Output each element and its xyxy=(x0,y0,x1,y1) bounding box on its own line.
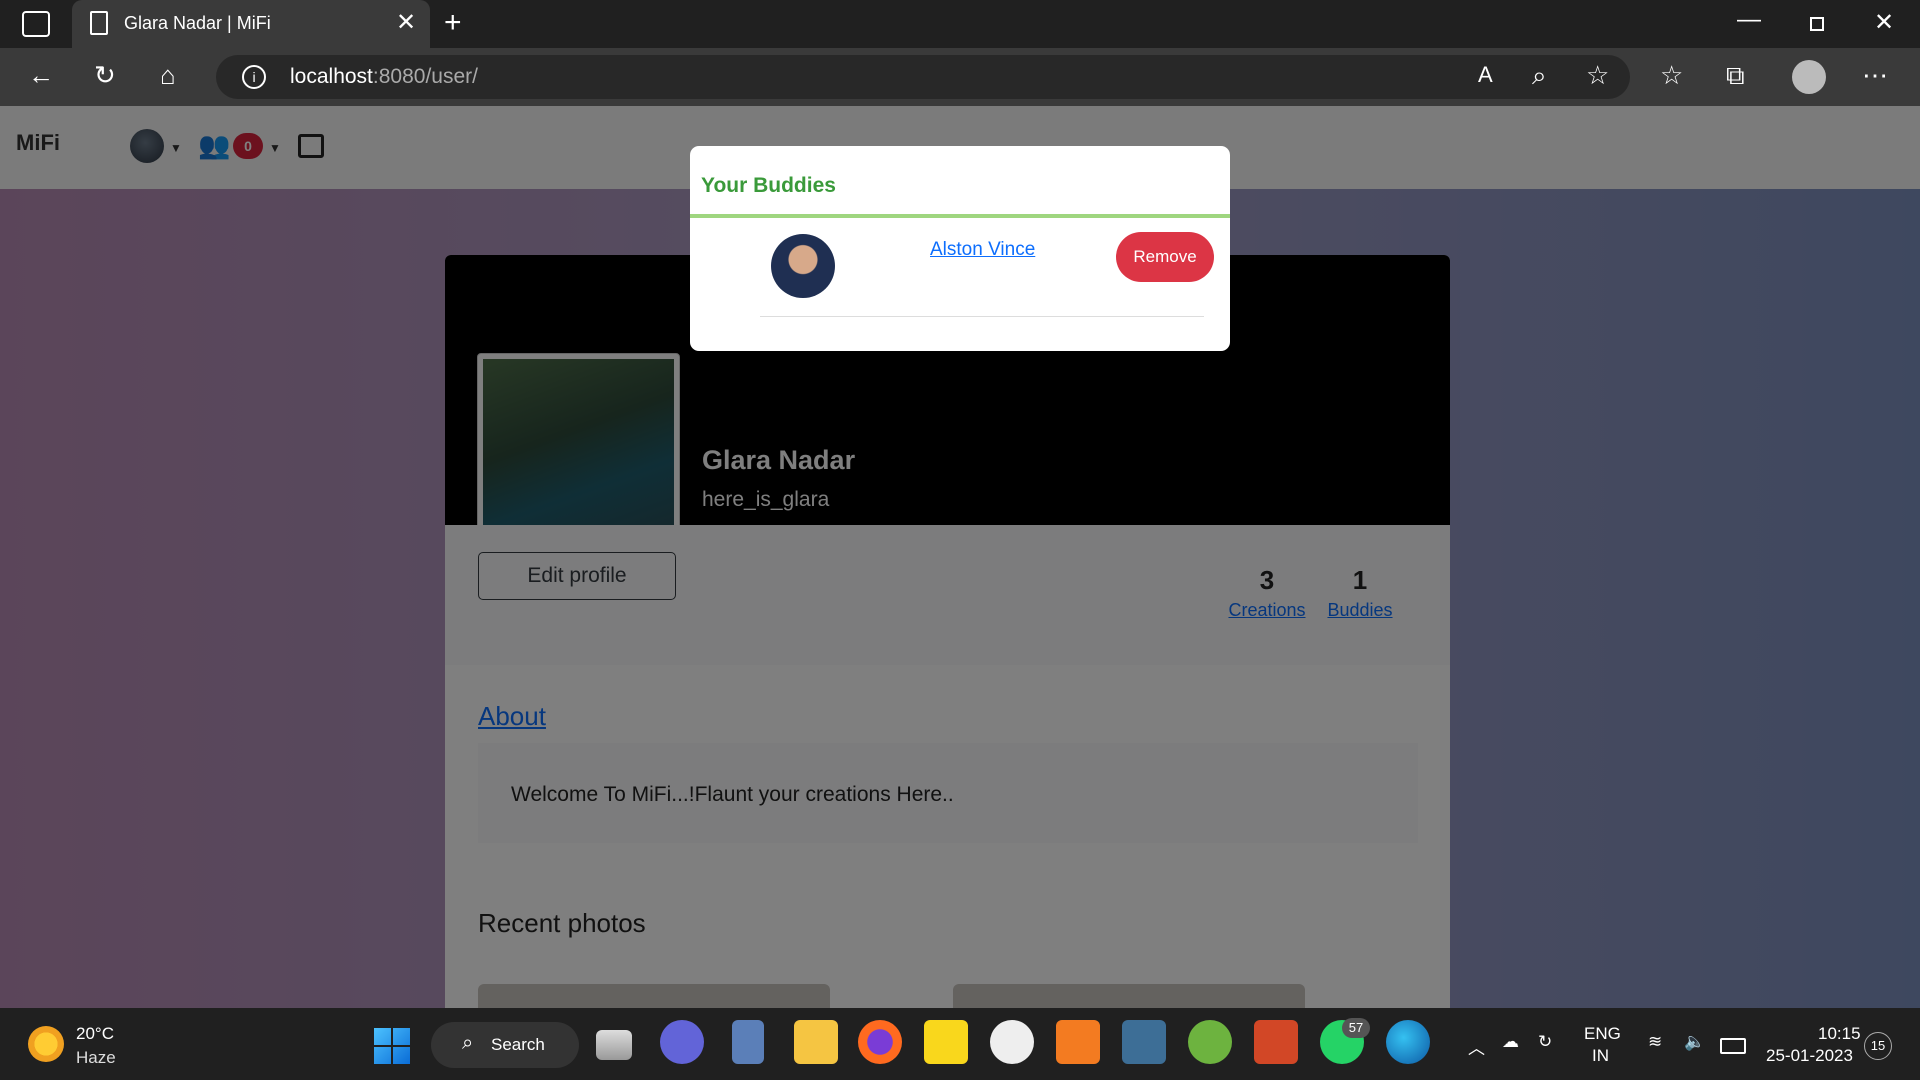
modal-divider xyxy=(690,214,1230,218)
teams-chat-icon[interactable] xyxy=(660,1020,704,1064)
onedrive-icon[interactable]: ☁ xyxy=(1502,1032,1519,1052)
buddy-name-link[interactable]: Alston Vince xyxy=(930,239,1035,261)
buddy-avatar xyxy=(771,234,835,298)
profile-icon[interactable] xyxy=(1792,60,1826,94)
task-view-icon[interactable] xyxy=(596,1030,632,1060)
start-icon[interactable] xyxy=(374,1028,410,1064)
home-icon[interactable]: ⌂ xyxy=(160,62,176,88)
collections-icon[interactable]: ⧉ xyxy=(1726,62,1745,88)
notification-count[interactable]: 15 xyxy=(1864,1032,1892,1060)
weather-desc[interactable]: Haze xyxy=(76,1048,116,1068)
tab-actions-icon[interactable] xyxy=(22,11,50,37)
close-window-icon[interactable]: ✕ xyxy=(1874,11,1894,35)
chevron-up-icon[interactable]: ︿ xyxy=(1468,1034,1485,1059)
clock-time[interactable]: 10:15 xyxy=(1818,1024,1861,1044)
spring-tools-icon[interactable] xyxy=(1188,1020,1232,1064)
clock-date[interactable]: 25-01-2023 xyxy=(1766,1046,1853,1066)
refresh-icon[interactable]: ↻ xyxy=(94,62,116,88)
xampp-icon[interactable] xyxy=(1056,1020,1100,1064)
close-tab-icon[interactable]: ✕ xyxy=(396,11,416,35)
wifi-icon[interactable]: ≋ xyxy=(1648,1032,1662,1052)
volume-icon[interactable]: 🔈 xyxy=(1684,1032,1705,1052)
site-info-icon[interactable]: i xyxy=(242,65,266,89)
firefox-icon[interactable] xyxy=(858,1020,902,1064)
sync-icon[interactable]: ↻ xyxy=(1538,1032,1552,1052)
add-favorite-icon[interactable]: ☆ xyxy=(1586,62,1609,88)
language-code[interactable]: ENG xyxy=(1584,1024,1621,1044)
clock-icon[interactable] xyxy=(990,1020,1034,1064)
maximize-icon[interactable] xyxy=(1810,17,1824,31)
sticky-notes-icon[interactable] xyxy=(924,1020,968,1064)
remove-buddy-button[interactable]: Remove xyxy=(1116,232,1214,282)
powerpoint-icon[interactable] xyxy=(1254,1020,1298,1064)
zoom-icon[interactable]: ⌕ xyxy=(1532,62,1547,88)
battery-icon[interactable] xyxy=(1720,1038,1746,1054)
new-tab-icon[interactable]: + xyxy=(444,8,462,38)
search-icon: ⌕ xyxy=(462,1032,474,1054)
weather-icon[interactable] xyxy=(28,1026,64,1062)
favorites-icon[interactable]: ☆ xyxy=(1660,62,1683,88)
url-text[interactable]: localhost:8080/user/ xyxy=(290,55,478,99)
calculator-icon[interactable] xyxy=(732,1020,764,1064)
more-icon[interactable]: ⋯ xyxy=(1862,62,1888,88)
mysql-workbench-icon[interactable] xyxy=(1122,1020,1166,1064)
minimize-icon[interactable]: — xyxy=(1737,8,1761,32)
page-icon xyxy=(90,11,108,35)
list-divider xyxy=(760,316,1204,317)
edge-icon[interactable] xyxy=(1386,1020,1430,1064)
whatsapp-badge: 57 xyxy=(1342,1018,1370,1038)
file-explorer-icon[interactable] xyxy=(794,1020,838,1064)
modal-title: Your Buddies xyxy=(701,174,836,197)
search-label: Search xyxy=(491,1035,545,1054)
buddies-modal: Your Buddies Alston Vince Remove xyxy=(690,146,1230,351)
page-content: MiFi ▼ 👥 0 ▼ Glara Nadar here_is_glara E… xyxy=(0,106,1920,1008)
weather-temp[interactable]: 20°C xyxy=(76,1024,114,1044)
back-icon[interactable]: ← xyxy=(28,62,54,88)
read-aloud-icon[interactable]: A xyxy=(1478,64,1493,86)
tab-title: Glara Nadar | MiFi xyxy=(124,13,271,33)
language-region[interactable]: IN xyxy=(1592,1046,1609,1066)
